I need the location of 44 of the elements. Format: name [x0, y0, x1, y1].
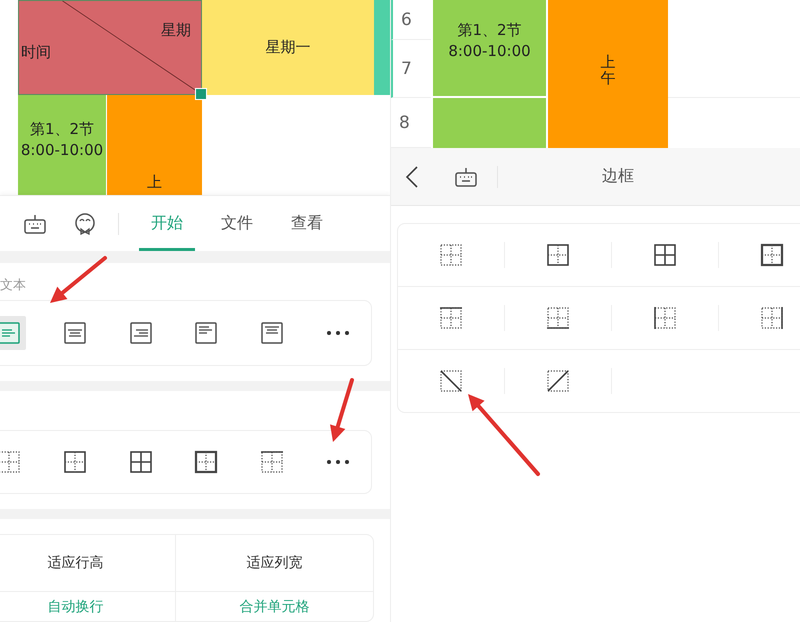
- text-align-icon: [261, 322, 284, 344]
- border-style-icon: [546, 306, 570, 330]
- more-icon: [326, 330, 350, 336]
- row-number: 6: [391, 0, 431, 40]
- arrow: [330, 378, 354, 442]
- emoji-icon: [74, 212, 96, 234]
- table-cell: 上: [107, 95, 202, 195]
- keyboard-icon: [24, 214, 46, 234]
- text-align-icon: [195, 322, 218, 344]
- selection-handle[interactable]: [195, 88, 207, 100]
- border-style-icon: [546, 243, 570, 267]
- border-style-icon: [194, 450, 218, 474]
- text-align-icon: [130, 322, 152, 344]
- border-style-icon: [760, 306, 784, 330]
- panel-title: 边框: [601, 166, 635, 187]
- keyboard-icon: [455, 166, 477, 186]
- text-align-icon: [0, 322, 20, 344]
- border-style-icon: [62, 450, 87, 474]
- row-number: 7: [391, 40, 431, 98]
- border-style-icon: [439, 369, 463, 393]
- action-button[interactable]: 适应行高: [0, 535, 174, 591]
- border-style-icon: [0, 450, 21, 474]
- chevron-left-icon: [405, 164, 419, 188]
- arrow: [50, 256, 107, 303]
- table-cell: 第1、2节 8:00-10:00: [18, 95, 107, 195]
- table-cell: 第1、2节 8:00-10:00: [433, 0, 546, 98]
- table-cell: 上午: [548, 0, 668, 148]
- border-style-icon: [128, 450, 153, 474]
- column-label: 星期: [161, 21, 191, 40]
- border-style-icon: [653, 243, 677, 267]
- border-style-icon: [653, 306, 677, 330]
- border-style-icon: [546, 369, 570, 393]
- border-style-icon: [439, 243, 463, 267]
- more-icon: [326, 459, 350, 465]
- border-style-icon: [260, 450, 284, 474]
- border-style-icon: [439, 306, 463, 330]
- row-label: 时间: [21, 43, 51, 62]
- table-cell: 星期一: [202, 0, 374, 95]
- tab[interactable]: 文件: [209, 196, 265, 251]
- text-align-icon: [64, 322, 86, 344]
- tab[interactable]: 查看: [279, 196, 335, 251]
- action-button[interactable]: 适应列宽: [174, 535, 373, 591]
- section-label: 文本: [0, 277, 27, 295]
- border-style-icon: [760, 243, 784, 267]
